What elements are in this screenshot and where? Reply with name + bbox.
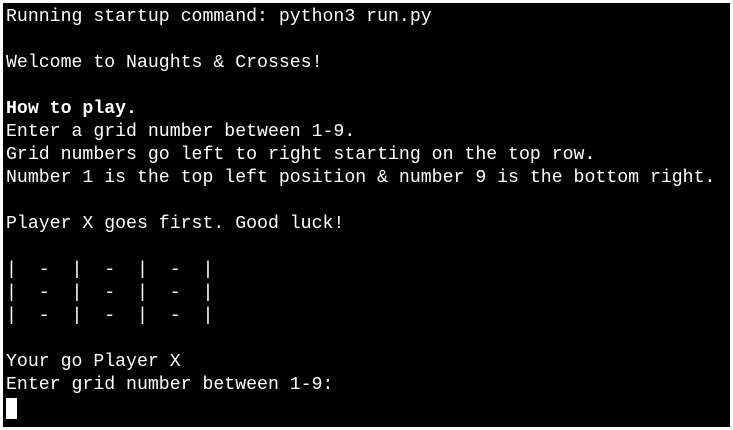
terminal-window[interactable]: Running startup command: python3 run.py … <box>3 3 730 427</box>
text-cursor <box>6 398 17 419</box>
input-prompt: Enter grid number between 1-9: <box>6 375 334 395</box>
board-row-3: | - | - | - | <box>6 306 214 326</box>
input-line[interactable] <box>6 397 730 420</box>
instruction-line-1: Enter a grid number between 1-9. <box>6 122 356 142</box>
instruction-line-2: Grid numbers go left to right starting o… <box>6 145 596 165</box>
turn-message: Your go Player X <box>6 352 181 372</box>
first-player-message: Player X goes first. Good luck! <box>6 214 345 234</box>
how-to-play-heading: How to play. <box>6 99 137 119</box>
game-board: | - | - | - | | - | - | - | | - | - | - … <box>6 259 730 328</box>
welcome-message: Welcome to Naughts & Crosses! <box>6 53 323 73</box>
board-row-2: | - | - | - | <box>6 283 214 303</box>
board-row-1: | - | - | - | <box>6 260 214 280</box>
instruction-line-3: Number 1 is the top left position & numb… <box>6 168 716 188</box>
startup-command-line: Running startup command: python3 run.py <box>6 7 432 27</box>
